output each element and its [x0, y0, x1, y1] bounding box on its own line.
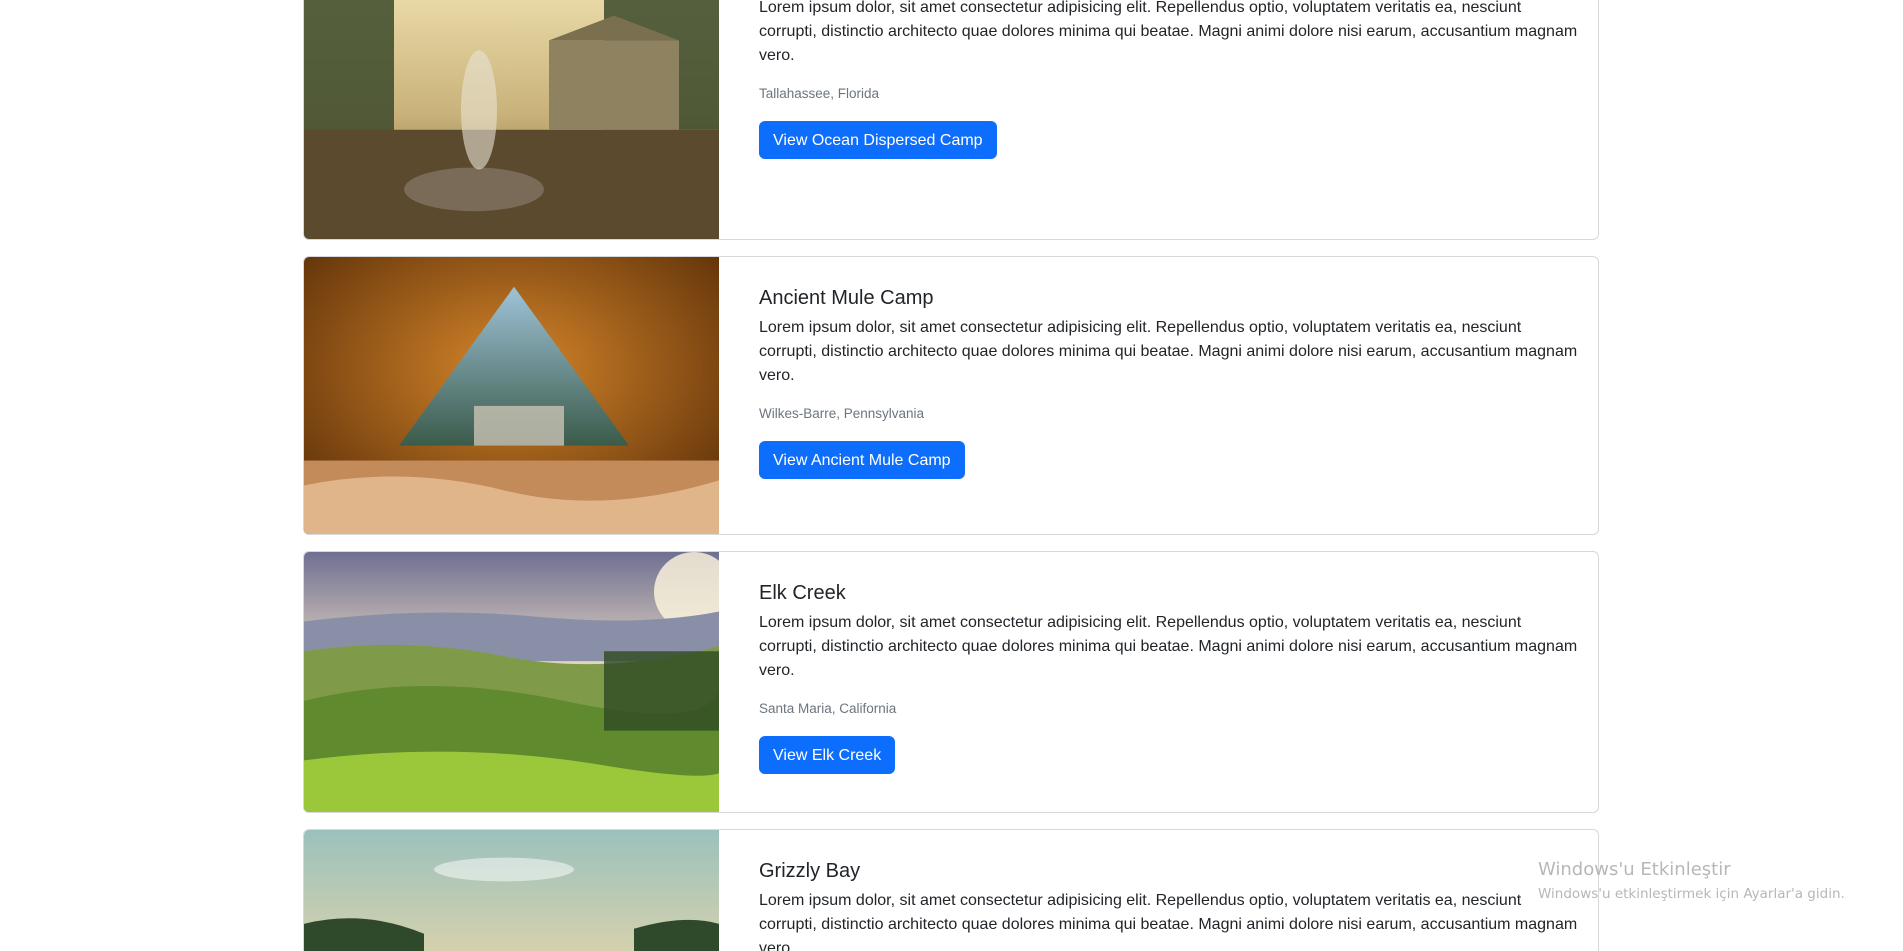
- card-body: Grizzly Bay Lorem ipsum dolor, sit amet …: [719, 830, 1598, 951]
- campground-title: Elk Creek: [759, 582, 846, 604]
- campground-description: Lorem ipsum dolor, sit amet consectetur …: [759, 614, 1578, 679]
- card-body: Elk Creek Lorem ipsum dolor, sit amet co…: [719, 552, 1598, 812]
- watermark-subtitle: Windows'u etkinleştirmek için Ayarlar'a …: [1538, 886, 1845, 902]
- campground-card: Ancient Mule Camp Lorem ipsum dolor, sit…: [303, 256, 1599, 535]
- card-body: Lorem ipsum dolor, sit amet consectetur …: [719, 0, 1598, 239]
- campground-description: Lorem ipsum dolor, sit amet consectetur …: [759, 892, 1578, 951]
- campgrounds-page: Lorem ipsum dolor, sit amet consectetur …: [0, 0, 1903, 951]
- view-campground-button[interactable]: View Elk Creek: [759, 736, 896, 774]
- campground-image-tent: [304, 257, 719, 534]
- campground-image-hills: [304, 552, 719, 812]
- watermark-title: Windows'u Etkinleştir: [1538, 859, 1731, 880]
- campground-card: Lorem ipsum dolor, sit amet consectetur …: [303, 0, 1599, 240]
- campground-card: Elk Creek Lorem ipsum dolor, sit amet co…: [303, 551, 1599, 813]
- view-campground-button[interactable]: View Ancient Mule Camp: [759, 441, 965, 479]
- campground-card: Grizzly Bay Lorem ipsum dolor, sit amet …: [303, 829, 1599, 951]
- campground-location: Wilkes-Barre, Pennsylvania: [759, 406, 925, 421]
- windows-activation-watermark: Windows'u Etkinleştir Windows'u etkinleş…: [1538, 858, 1845, 904]
- campground-description: Lorem ipsum dolor, sit amet consectetur …: [759, 0, 1578, 64]
- campground-title: Ancient Mule Camp: [759, 287, 934, 309]
- campground-title: Grizzly Bay: [759, 860, 861, 882]
- campground-description: Lorem ipsum dolor, sit amet consectetur …: [759, 319, 1578, 384]
- campground-location: Santa Maria, California: [759, 701, 897, 716]
- card-body: Ancient Mule Camp Lorem ipsum dolor, sit…: [719, 257, 1598, 534]
- campground-image-campfire: [304, 0, 719, 239]
- campground-location: Tallahassee, Florida: [759, 86, 880, 101]
- campground-image-lake: [304, 830, 719, 951]
- view-campground-button[interactable]: View Ocean Dispersed Camp: [759, 121, 997, 159]
